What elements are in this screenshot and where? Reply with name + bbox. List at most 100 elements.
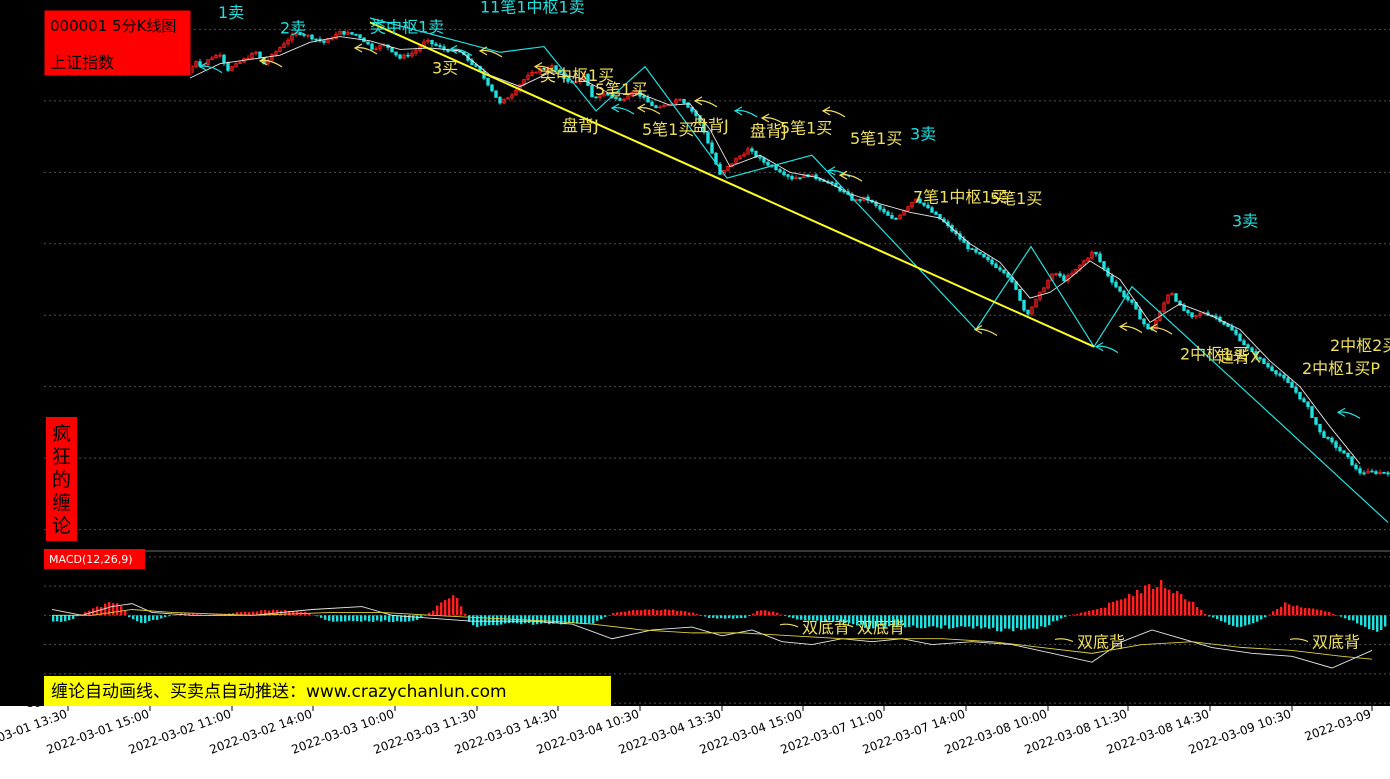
macd-bar bbox=[1116, 600, 1119, 616]
candle-body bbox=[1342, 450, 1346, 454]
candle-body bbox=[774, 165, 778, 171]
macd-bar bbox=[1312, 608, 1315, 616]
macd-bar bbox=[488, 615, 491, 626]
macd-bar bbox=[692, 612, 695, 616]
macd-bar bbox=[1088, 610, 1091, 616]
candle-body bbox=[1214, 315, 1218, 318]
candle-body bbox=[1026, 309, 1030, 315]
macd-bar bbox=[52, 615, 55, 622]
macd-bar bbox=[168, 615, 171, 617]
macd-bar bbox=[1240, 615, 1243, 627]
macd-bar bbox=[792, 615, 795, 619]
macd-bar bbox=[1196, 606, 1199, 616]
candle-body bbox=[310, 34, 314, 40]
candle-body bbox=[1294, 387, 1298, 393]
macd-bar bbox=[1076, 613, 1079, 616]
candle-body bbox=[486, 77, 490, 86]
macd-bar bbox=[1092, 610, 1095, 616]
macd-bar bbox=[732, 615, 735, 619]
candle-body bbox=[1230, 326, 1234, 331]
macd-bar bbox=[1220, 615, 1223, 622]
macd-bar bbox=[1232, 615, 1235, 626]
candle-body bbox=[1118, 286, 1122, 292]
macd-bar bbox=[620, 611, 623, 616]
macd-bar bbox=[364, 615, 367, 621]
candle-body bbox=[998, 267, 1002, 271]
macd-bar bbox=[472, 615, 475, 626]
candle-body bbox=[1302, 398, 1306, 403]
macd-bar bbox=[1188, 601, 1191, 616]
candle-body bbox=[1266, 363, 1270, 368]
macd-bar bbox=[448, 598, 451, 616]
macd-bar bbox=[600, 615, 603, 620]
macd-bar bbox=[1184, 599, 1187, 616]
macd-bar bbox=[680, 610, 683, 616]
macd-bar bbox=[1020, 615, 1023, 630]
signal-label: 盘背J bbox=[562, 116, 599, 135]
macd-bar bbox=[1140, 593, 1143, 616]
macd-bar bbox=[724, 615, 727, 619]
macd-bar bbox=[140, 615, 143, 623]
macd-bar bbox=[688, 612, 691, 616]
macd-bar bbox=[1180, 594, 1183, 616]
macd-bar bbox=[368, 615, 371, 622]
macd-bar bbox=[1296, 605, 1299, 616]
candle-body bbox=[498, 97, 502, 104]
macd-bar bbox=[768, 611, 771, 616]
macd-bar bbox=[584, 615, 587, 625]
macd-y-tick-label: 0 bbox=[34, 609, 41, 622]
macd-bar bbox=[684, 611, 687, 616]
candle-body bbox=[590, 85, 594, 98]
macd-bar bbox=[296, 611, 299, 616]
candle-body bbox=[1346, 452, 1350, 458]
macd-bar bbox=[384, 615, 387, 621]
macd-bar bbox=[604, 615, 607, 617]
macd-bar bbox=[1248, 615, 1251, 625]
candle-body bbox=[894, 217, 898, 220]
candle-body bbox=[1018, 288, 1022, 301]
macd-bar bbox=[1252, 615, 1255, 624]
y-tick-label: 3500 bbox=[13, 23, 41, 36]
macd-bar bbox=[1372, 615, 1375, 631]
macd-bar bbox=[700, 615, 703, 616]
macd-bar bbox=[172, 615, 175, 616]
macd-bar bbox=[988, 615, 991, 629]
macd-bar bbox=[1080, 612, 1083, 616]
candle-body bbox=[1062, 275, 1066, 282]
candle-body bbox=[1318, 423, 1322, 433]
macd-bar bbox=[972, 615, 975, 629]
macd-bar bbox=[1316, 609, 1319, 616]
candle-body bbox=[394, 51, 398, 56]
signal-label: 5笔1买 bbox=[850, 129, 902, 148]
candle-body bbox=[1310, 406, 1314, 418]
macd-bar bbox=[1072, 614, 1075, 616]
macd-bar bbox=[772, 611, 775, 616]
candle-body bbox=[1382, 471, 1386, 474]
candle-body bbox=[370, 43, 374, 50]
candle-body bbox=[1386, 472, 1390, 475]
macd-bar bbox=[156, 615, 159, 620]
macd-bar bbox=[788, 615, 791, 618]
macd-bar bbox=[980, 615, 983, 629]
macd-bar bbox=[1368, 615, 1371, 630]
candle-body bbox=[1354, 464, 1358, 470]
macd-bar bbox=[660, 610, 663, 616]
macd-bar bbox=[1056, 615, 1059, 621]
macd-bar bbox=[992, 615, 995, 628]
macd-bar bbox=[524, 615, 527, 624]
candle-body bbox=[1358, 468, 1362, 474]
macd-bar bbox=[1328, 611, 1331, 616]
candle-body bbox=[1270, 366, 1274, 372]
macd-bar bbox=[1008, 615, 1011, 629]
y-tick-label: 3350 bbox=[13, 238, 41, 251]
candle-body bbox=[1374, 471, 1378, 474]
macd-bar bbox=[908, 615, 911, 627]
candle-body bbox=[1322, 431, 1326, 438]
candle-body bbox=[1174, 293, 1178, 302]
macd-bar bbox=[1028, 615, 1031, 629]
macd-bar bbox=[360, 615, 363, 622]
macd-bar bbox=[940, 615, 943, 629]
chart-root: 1卖 2卖 类中枢1卖 11笔1中枢1卖 3买 类中枢1买 5笔1买 盘背J 5笔1买 盘背J 盘背… bbox=[0, 0, 1390, 775]
candle-body bbox=[986, 256, 990, 261]
macd-bar bbox=[924, 615, 927, 629]
